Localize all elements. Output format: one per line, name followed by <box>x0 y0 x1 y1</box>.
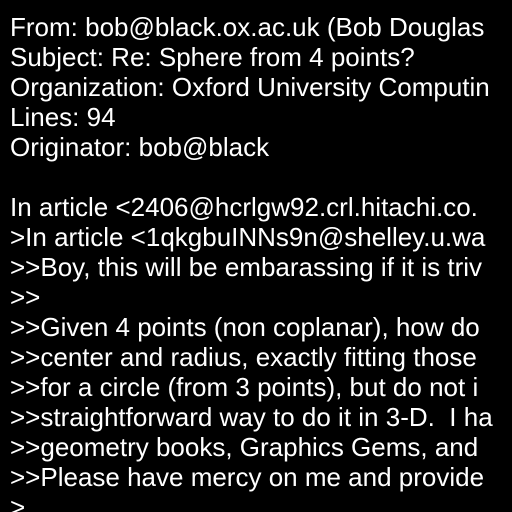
body-line: >In article <1qkgbuINNs9n@shelley.u.wa <box>10 222 486 252</box>
header-from: From: bob@black.ox.ac.uk (Bob Douglas <box>10 12 485 42</box>
header-lines: Lines: 94 <box>10 102 116 132</box>
body-line: >>for a circle (from 3 points), but do n… <box>10 372 479 402</box>
body-line: > <box>10 492 26 512</box>
body-line: In article <2406@hcrlgw92.crl.hitachi.co… <box>10 192 478 222</box>
email-document: From: bob@black.ox.ac.uk (Bob Douglas Su… <box>0 0 512 512</box>
body-line: >>straightforward way to do it in 3-D. I… <box>10 402 493 432</box>
header-originator: Originator: bob@black <box>10 132 270 162</box>
body-line: >>Given 4 points (non coplanar), how do <box>10 312 480 342</box>
header-subject: Subject: Re: Sphere from 4 points? <box>10 42 415 72</box>
body-line: >> <box>10 282 41 312</box>
body-line: >>Boy, this will be embarassing if it is… <box>10 252 483 282</box>
header-organization: Organization: Oxford University Computin <box>10 72 490 102</box>
body-line: >>geometry books, Graphics Gems, and <box>10 432 479 462</box>
body-line: >>Please have mercy on me and provide <box>10 462 485 492</box>
body-line: >>center and radius, exactly fitting tho… <box>10 342 477 372</box>
